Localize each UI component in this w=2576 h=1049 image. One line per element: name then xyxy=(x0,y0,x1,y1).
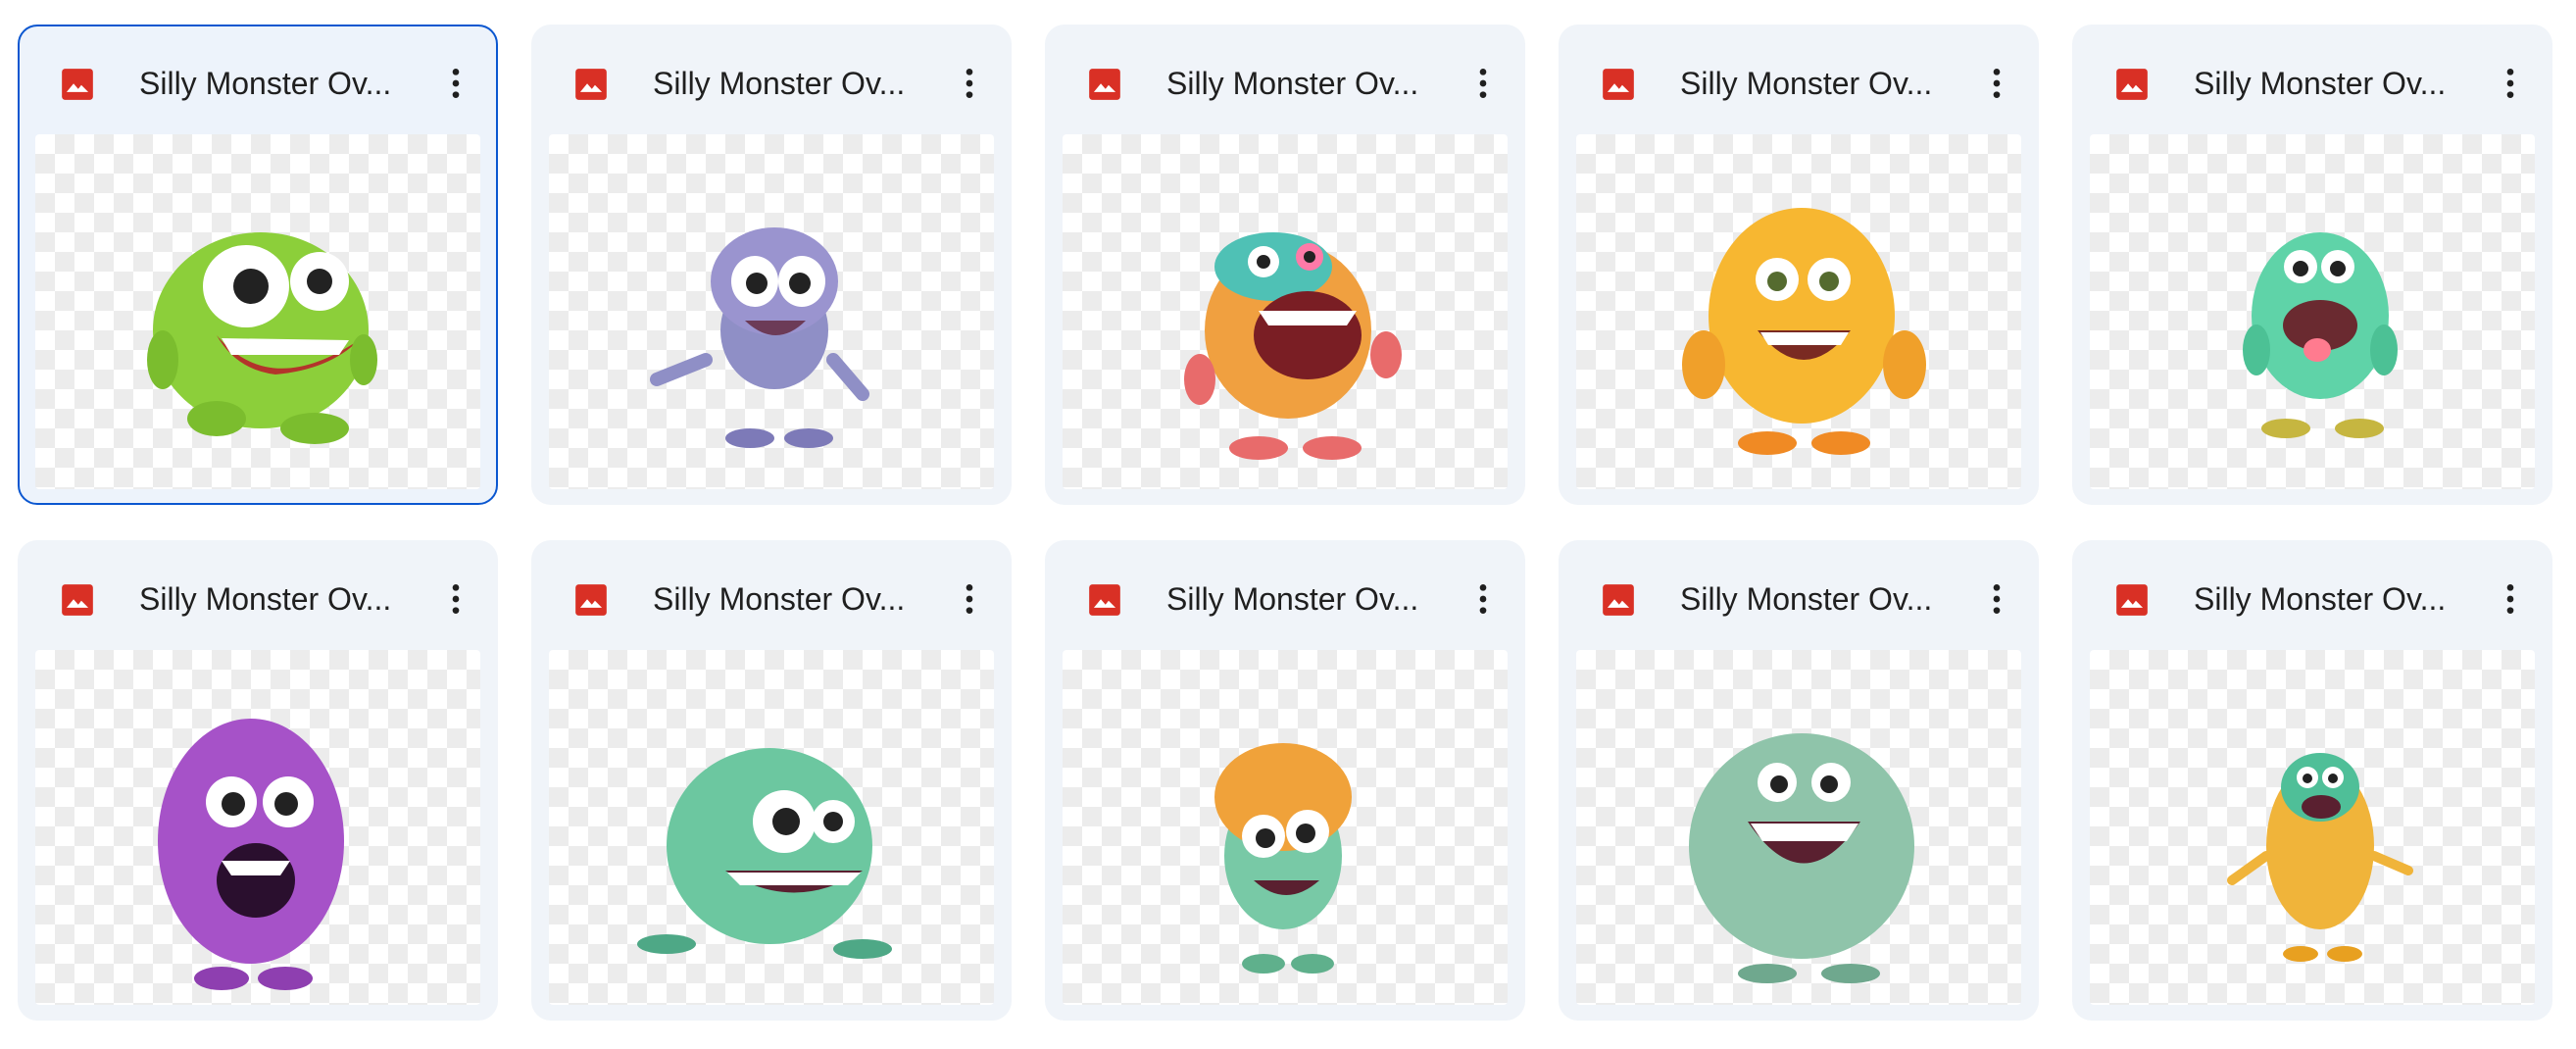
file-card[interactable]: Silly Monster Ov... xyxy=(1045,540,1525,1021)
file-card[interactable]: Silly Monster Ov... xyxy=(531,540,1012,1021)
purple-monster-image xyxy=(650,227,869,448)
file-thumbnail xyxy=(1576,134,2021,489)
more-options-button[interactable] xyxy=(938,568,1001,630)
violet-monster-image xyxy=(158,719,344,990)
file-card-header: Silly Monster Ov... xyxy=(531,540,1012,648)
file-thumbnail xyxy=(35,650,480,1005)
file-name: Silly Monster Ov... xyxy=(139,581,392,617)
file-thumbnail xyxy=(2090,650,2535,1005)
file-name: Silly Monster Ov... xyxy=(1680,66,1933,101)
file-thumbnail xyxy=(2090,134,2535,489)
file-card-header: Silly Monster Ov... xyxy=(1045,540,1525,648)
more-options-button[interactable] xyxy=(1965,568,2028,630)
more-options-button[interactable] xyxy=(424,52,487,115)
more-vert-icon xyxy=(966,69,973,98)
image-file-icon xyxy=(62,69,93,100)
file-card[interactable]: Silly Monster Ov... xyxy=(2072,25,2552,505)
image-file-icon xyxy=(575,584,607,616)
file-card[interactable]: Silly Monster Ov... xyxy=(18,540,498,1021)
orange-haired-monster-image xyxy=(1214,743,1352,974)
file-name: Silly Monster Ov... xyxy=(1680,581,1933,617)
more-options-button[interactable] xyxy=(938,52,1001,115)
image-file-icon xyxy=(1603,69,1634,100)
image-file-icon xyxy=(62,584,93,616)
green-fuzzy-monster-image xyxy=(147,232,377,444)
file-thumbnail xyxy=(1576,650,2021,1005)
sage-monster-image xyxy=(1689,733,1914,983)
more-vert-icon xyxy=(1479,69,1487,98)
yellow-monster-image xyxy=(1682,208,1926,455)
file-name: Silly Monster Ov... xyxy=(653,66,906,101)
file-name: Silly Monster Ov... xyxy=(2194,66,2447,101)
more-options-button[interactable] xyxy=(2479,568,2542,630)
file-name: Silly Monster Ov... xyxy=(1166,581,1419,617)
file-card[interactable]: Silly Monster Ov... xyxy=(1045,25,1525,505)
file-thumbnail xyxy=(549,650,994,1005)
more-vert-icon xyxy=(966,584,973,614)
file-thumbnail xyxy=(1063,134,1508,489)
more-vert-icon xyxy=(452,69,460,98)
file-card-header: Silly Monster Ov... xyxy=(2072,540,2552,648)
orange-monster-image xyxy=(1184,232,1402,460)
more-options-button[interactable] xyxy=(1452,568,1514,630)
mint-monster-image xyxy=(637,748,892,959)
more-vert-icon xyxy=(1993,584,2001,614)
more-options-button[interactable] xyxy=(1452,52,1514,115)
more-options-button[interactable] xyxy=(2479,52,2542,115)
file-card-header: Silly Monster Ov... xyxy=(1045,25,1525,132)
more-vert-icon xyxy=(2506,69,2514,98)
more-vert-icon xyxy=(452,584,460,614)
file-grid: Silly Monster Ov... Silly Monster Ov... xyxy=(0,0,2576,1049)
teal-monster-image xyxy=(2243,232,2398,438)
more-options-button[interactable] xyxy=(424,568,487,630)
file-thumbnail xyxy=(549,134,994,489)
more-vert-icon xyxy=(1479,584,1487,614)
file-card-header: Silly Monster Ov... xyxy=(2072,25,2552,132)
file-card-header: Silly Monster Ov... xyxy=(18,540,498,648)
more-options-button[interactable] xyxy=(1965,52,2028,115)
file-card[interactable]: Silly Monster Ov... xyxy=(2072,540,2552,1021)
file-name: Silly Monster Ov... xyxy=(2194,581,2447,617)
small-orange-monster-image xyxy=(2227,753,2413,962)
file-name: Silly Monster Ov... xyxy=(1166,66,1419,101)
image-file-icon xyxy=(1089,584,1120,616)
file-card[interactable]: Silly Monster Ov... xyxy=(531,25,1012,505)
file-thumbnail xyxy=(35,134,480,489)
file-card-header: Silly Monster Ov... xyxy=(20,26,496,134)
more-vert-icon xyxy=(2506,584,2514,614)
image-file-icon xyxy=(1603,584,1634,616)
image-file-icon xyxy=(2116,584,2148,616)
more-vert-icon xyxy=(1993,69,2001,98)
file-card[interactable]: Silly Monster Ov... xyxy=(1559,540,2039,1021)
image-file-icon xyxy=(575,69,607,100)
file-card-header: Silly Monster Ov... xyxy=(1559,540,2039,648)
file-name: Silly Monster Ov... xyxy=(139,66,392,101)
file-card[interactable]: Silly Monster Ov... xyxy=(1559,25,2039,505)
image-file-icon xyxy=(2116,69,2148,100)
file-card[interactable]: Silly Monster Ov... xyxy=(18,25,498,505)
file-card-header: Silly Monster Ov... xyxy=(531,25,1012,132)
file-card-header: Silly Monster Ov... xyxy=(1559,25,2039,132)
file-name: Silly Monster Ov... xyxy=(653,581,906,617)
file-thumbnail xyxy=(1063,650,1508,1005)
image-file-icon xyxy=(1089,69,1120,100)
